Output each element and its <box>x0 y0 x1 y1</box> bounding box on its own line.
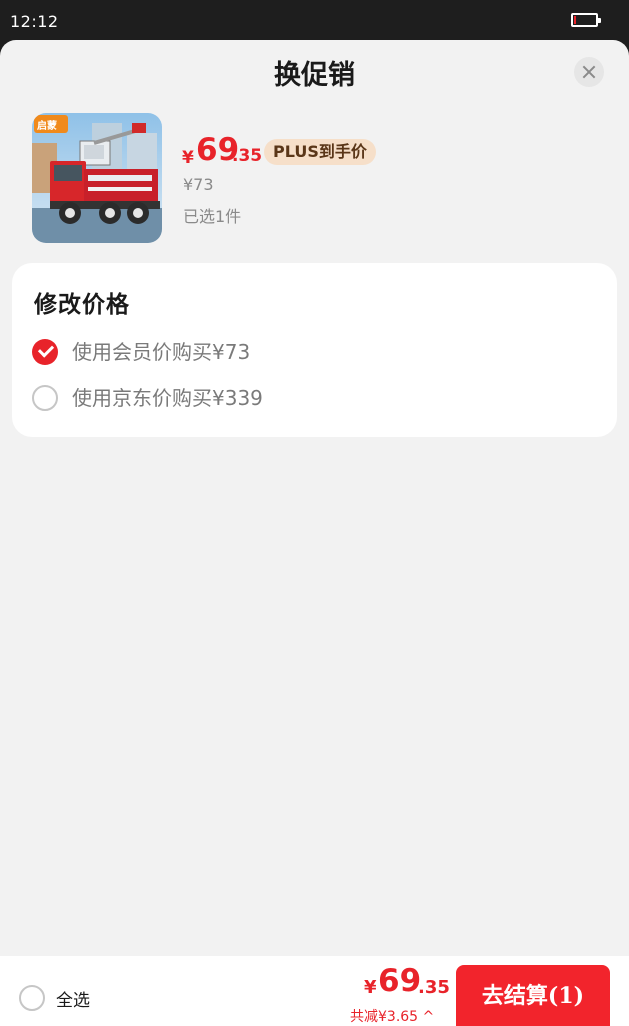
fire-truck-toy-image <box>32 113 162 243</box>
modify-price-card: 修改价格 使用会员价购买¥73 使用京东价购买¥339 <box>12 263 617 437</box>
product-image[interactable]: 启蒙 <box>32 113 162 243</box>
thumbnail-brand-logo: 启蒙 <box>37 121 57 132</box>
checkout-button[interactable]: 去结算(1) <box>456 965 610 1026</box>
plus-price-badge: PLUS到手价 <box>264 139 376 165</box>
option-label: 使用京东价购买¥339 <box>72 386 263 410</box>
battery-icon <box>571 13 601 27</box>
discount-detail-toggle[interactable]: 共减¥3.65 ^ <box>350 1006 434 1026</box>
total-integer: 69 <box>378 963 422 999</box>
bottom-bar: 全选 ¥ 69 .35 共减¥3.65 ^ 去结算(1) <box>0 956 629 1026</box>
selected-count: 已选1件 <box>183 207 242 226</box>
card-title: 修改价格 <box>34 291 130 318</box>
close-button[interactable] <box>574 57 604 87</box>
original-price: ¥73 <box>183 175 214 194</box>
total-currency: ¥ <box>364 977 377 998</box>
battery-level <box>574 16 576 24</box>
status-time: 12:12 <box>10 12 59 31</box>
price-currency: ¥ <box>182 148 194 168</box>
select-all-label[interactable]: 全选 <box>56 986 90 1011</box>
sheet-title: 换促销 <box>274 60 355 91</box>
price-decimal: .35 <box>232 146 263 166</box>
checkbox-checked-icon[interactable] <box>32 339 58 365</box>
promotion-sheet: 换促销 启蒙 ¥ 69 .35 PLUS到手价 ¥73 已选1件 修改价格 使用… <box>0 40 629 1026</box>
option-label: 使用会员价购买¥73 <box>72 340 251 364</box>
status-bar: 12:12 <box>0 0 629 42</box>
select-all-checkbox[interactable] <box>19 985 45 1011</box>
checkbox-unchecked-icon[interactable] <box>32 385 58 411</box>
total-decimal: .35 <box>418 977 450 998</box>
